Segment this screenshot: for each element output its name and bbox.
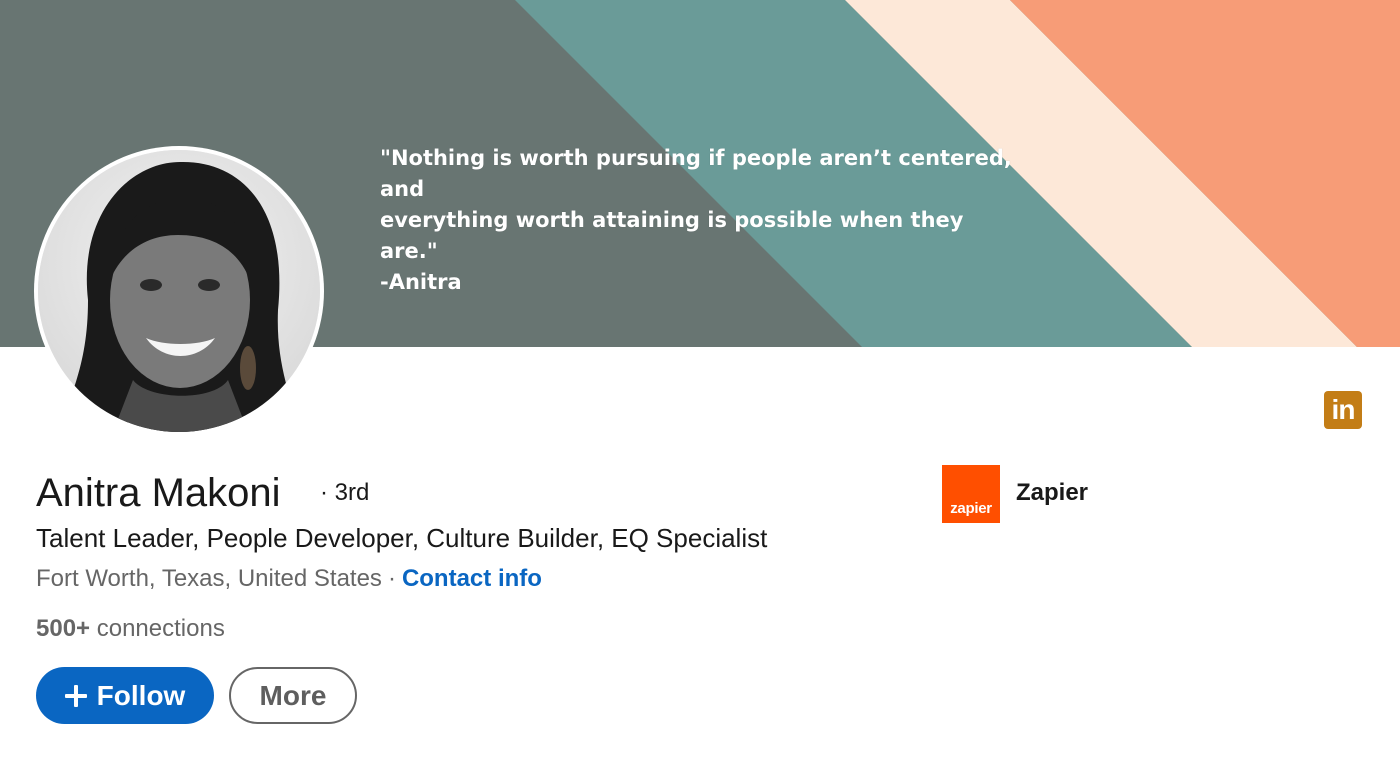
avatar-photo [38,150,320,432]
connection-degree: · 3rd [320,479,370,506]
connections-number: 500+ [36,615,91,642]
profile-name: Anitra Makoni [36,471,281,515]
location-separator: · [387,565,396,592]
profile-headline: Talent Leader, People Developer, Culture… [36,523,768,553]
current-company[interactable]: zapier Zapier [942,465,1088,523]
zapier-logo-text: zapier [950,500,992,517]
linkedin-icon[interactable]: in [1324,391,1362,429]
connections-count: 500+ connections [36,613,225,645]
follow-button-label: Follow [96,679,186,711]
more-button[interactable]: More [229,667,357,724]
location-row: Fort Worth, Texas, United States · Contact… [36,563,542,595]
banner-quote: "Nothing is worth pursuing if people are… [380,146,1012,294]
plus-icon [64,684,87,707]
connections-label: connections [96,615,225,642]
contact-info-link[interactable]: Contact info [402,565,542,592]
follow-button[interactable]: Follow [36,667,214,724]
company-name: Zapier [1016,478,1089,506]
profile-avatar[interactable] [34,146,324,436]
profile-location: Fort Worth, Texas, United States [36,565,382,592]
more-button-label: More [259,679,327,711]
zapier-logo: zapier [942,465,1000,523]
